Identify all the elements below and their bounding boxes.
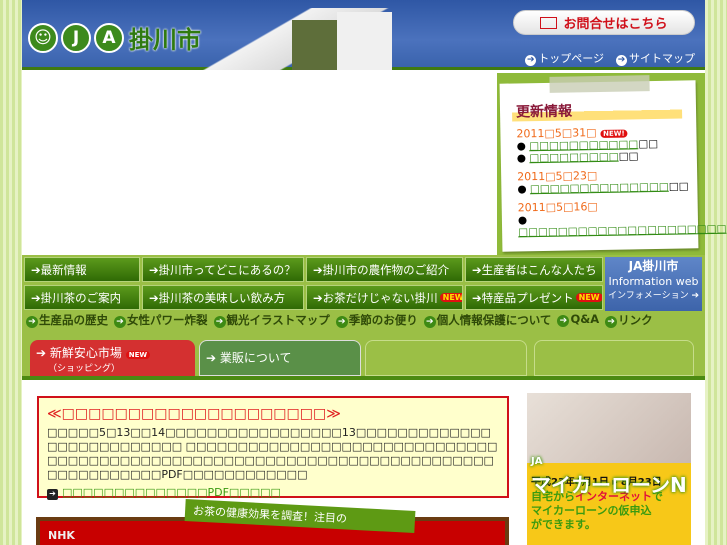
link-label: 個人情報保護について xyxy=(436,313,552,327)
top-page-label: トップページ xyxy=(538,52,604,65)
logo[interactable]: ☺ J A 掛川市 xyxy=(28,20,201,55)
ad-ja: JA xyxy=(531,456,543,467)
arrow-icon: ➔ xyxy=(335,316,348,328)
contact-button[interactable]: お問合せはこちら xyxy=(513,10,695,35)
news-link[interactable]: □□□□□□□□□□□□□□ xyxy=(530,181,669,195)
link-seasonal[interactable]: ➔ 季節のお便り xyxy=(335,312,418,328)
notice-body: □□□□□5□13□□14□□□□□□□□□□□□□□□□□13□□□□□□□□… xyxy=(47,426,498,481)
notice-box: ≪□□□□□□□□□□□□□□□□□□□□≫ □□□□□5□13□□14□□□□… xyxy=(37,396,509,500)
news-tail: □□ xyxy=(638,137,659,151)
arrow-icon: ➔ xyxy=(605,316,618,328)
arrow-icon: ➔ xyxy=(26,316,38,328)
new-badge: NEW xyxy=(439,293,462,302)
top-page-link[interactable]: ➔ トップページ xyxy=(525,50,604,66)
nav-latest[interactable]: ➔ 最新情報 xyxy=(24,257,140,282)
header: ☺ J A 掛川市 お問合せはこちら ➔ トップページ ➔ サイトマップ xyxy=(22,0,705,70)
divider xyxy=(22,376,705,380)
arrow-icon: ➔ xyxy=(557,315,570,327)
new-badge: NEW xyxy=(575,293,602,302)
sitemap-label: サイトマップ xyxy=(629,52,695,65)
notice-title: ≪□□□□□□□□□□□□□□□□□□□□≫ xyxy=(47,406,341,422)
contact-label: お問合せはこちら xyxy=(563,17,668,32)
car-loan-ad[interactable]: JA マイカーローンN 平成23年4月1日 ▸ 8月23日 自宅からインターネット… xyxy=(527,393,691,545)
sitemap-link[interactable]: ➔ サイトマップ xyxy=(616,50,695,66)
info-title: JA掛川市 xyxy=(628,259,679,273)
tab-business[interactable]: ➔ 業販について xyxy=(199,340,361,376)
nav-tea-guide[interactable]: ➔ 掛川茶のご案内 xyxy=(24,285,140,310)
nav-label: 掛川市ってどこにあるの？ xyxy=(158,262,296,277)
arrow-icon: ➔ xyxy=(525,55,537,66)
nav-label: 生産者はこんな人たち xyxy=(481,262,597,277)
nav-tea-brewing[interactable]: ➔ 掛川茶の美味しい飲み方 xyxy=(142,285,304,310)
nav-crops[interactable]: ➔ 掛川市の農作物のご紹介 xyxy=(306,257,463,282)
link-label: Q&A xyxy=(570,312,600,326)
news-item: ● □□□□□□□□□□□□□□□□ xyxy=(517,180,689,196)
news-tail: □□ xyxy=(618,150,639,163)
tab-label: 業販について xyxy=(219,351,292,365)
tab-empty-1 xyxy=(365,340,527,376)
tab-label: 新鮮安心市場 xyxy=(49,346,122,360)
info-sub: Information web xyxy=(608,275,699,288)
link-map[interactable]: ➔ 観光イラストマップ xyxy=(213,312,330,328)
news-item: ● □□□□□□□□□□□ xyxy=(516,150,639,165)
ad-copy-3: ができます。 xyxy=(531,518,596,531)
nav-label: お茶だけじゃない掛川 xyxy=(322,290,438,305)
news-note: 更新情報 2011□5□31□ NEW! ● □□□□□□□□□□□□□ ● □… xyxy=(499,75,727,252)
logo-text: 掛川市 xyxy=(129,26,201,54)
arrow-icon: ➔ xyxy=(47,489,58,500)
ad-title-text: マイカーローンN xyxy=(531,473,687,497)
info-small: インフォメーション ➔ xyxy=(608,291,699,301)
new-badge: NEW! xyxy=(600,129,628,138)
nav-label: 掛川茶の美味しい飲み方 xyxy=(158,290,286,305)
link-privacy[interactable]: ➔ 個人情報保護について xyxy=(423,312,552,328)
news-tail: □□ xyxy=(668,180,689,193)
link-links[interactable]: ➔ リンク xyxy=(605,312,653,328)
nav-label: 掛川茶のご案内 xyxy=(40,290,122,305)
ad-copy-2: マイカーローンの仮申込 xyxy=(531,504,652,517)
building-tower xyxy=(337,12,392,70)
pdf-link-label: □□□□□□□□□□□□□□PDF□□□□□ xyxy=(62,486,281,499)
information-web-button[interactable]: JA掛川市 Information web インフォメーション ➔ xyxy=(605,257,702,311)
link-label: 女性パワー炸裂 xyxy=(127,313,208,327)
smile-icon: ☺ xyxy=(28,22,58,53)
nav-producers[interactable]: ➔ 生産者はこんな人たち xyxy=(465,257,603,282)
arrow-icon: ➔ xyxy=(114,316,126,328)
mail-icon xyxy=(540,16,558,29)
nav-location[interactable]: ➔ 掛川市ってどこにあるの？ xyxy=(142,257,304,282)
logo-letter-j: J xyxy=(61,22,91,53)
tab-sub: （ショッピング） xyxy=(48,364,121,374)
arrow-icon: ➔ xyxy=(213,316,226,328)
news-title: 更新情報 xyxy=(511,98,683,122)
link-label: 生産品の歴史 xyxy=(39,313,108,327)
news-panel: 更新情報 2011□5□31□ NEW! ● □□□□□□□□□□□□□ ● □… xyxy=(497,73,727,255)
new-badge: NEW xyxy=(125,351,151,359)
news-item: ● □□□□□□□□□□□□□□□□□□□□□□□ xyxy=(518,211,727,238)
link-women-power[interactable]: ➔ 女性パワー炸裂 xyxy=(114,312,208,328)
pdf-link[interactable]: ➔ □□□□□□□□□□□□□□PDF□□□□□ xyxy=(47,486,499,500)
nav-label: 掛川市の農作物のご紹介 xyxy=(322,262,450,277)
news-link[interactable]: □□□□□□□□□□□□□□□□□□□□□ xyxy=(518,223,727,239)
building-wall xyxy=(292,20,337,70)
arrow-icon: ➔ xyxy=(423,316,436,328)
ad-title: JA マイカーローンN xyxy=(531,445,687,498)
tape xyxy=(549,75,650,93)
nav-label: 最新情報 xyxy=(40,262,87,277)
sub-links: ➔ 生産品の歴史 ➔ 女性パワー炸裂 ➔ 観光イラストマップ ➔ 季節のお便り ➔ 個人情… xyxy=(26,312,653,328)
link-qa[interactable]: ➔ Q&A xyxy=(557,312,599,328)
info-small-text: インフォメーション xyxy=(608,291,689,301)
logo-letter-a: A xyxy=(94,22,124,53)
link-label: リンク xyxy=(618,313,653,327)
news-link[interactable]: □□□□□□□□□ xyxy=(529,151,618,165)
tab-shopping[interactable]: ➔ 新鮮安心市場 NEW （ショッピング） xyxy=(30,340,195,376)
tab-empty-2 xyxy=(534,340,694,376)
link-label: 季節のお便り xyxy=(348,313,418,327)
nav-label: 特産品プレゼント xyxy=(481,290,574,305)
nav-not-only-tea[interactable]: ➔ お茶だけじゃない掛川 NEW xyxy=(306,285,463,310)
arrow-icon: ➔ xyxy=(616,55,627,66)
nav-present[interactable]: ➔ 特産品プレゼント NEW xyxy=(465,285,603,310)
link-label: 観光イラストマップ xyxy=(226,313,330,327)
navigation: ➔ 最新情報 ➔ 掛川市ってどこにあるの？ ➔ 掛川市の農作物のご紹介 ➔ 生産者はこん… xyxy=(22,255,705,380)
link-history[interactable]: ➔ 生産品の歴史 xyxy=(26,312,108,328)
